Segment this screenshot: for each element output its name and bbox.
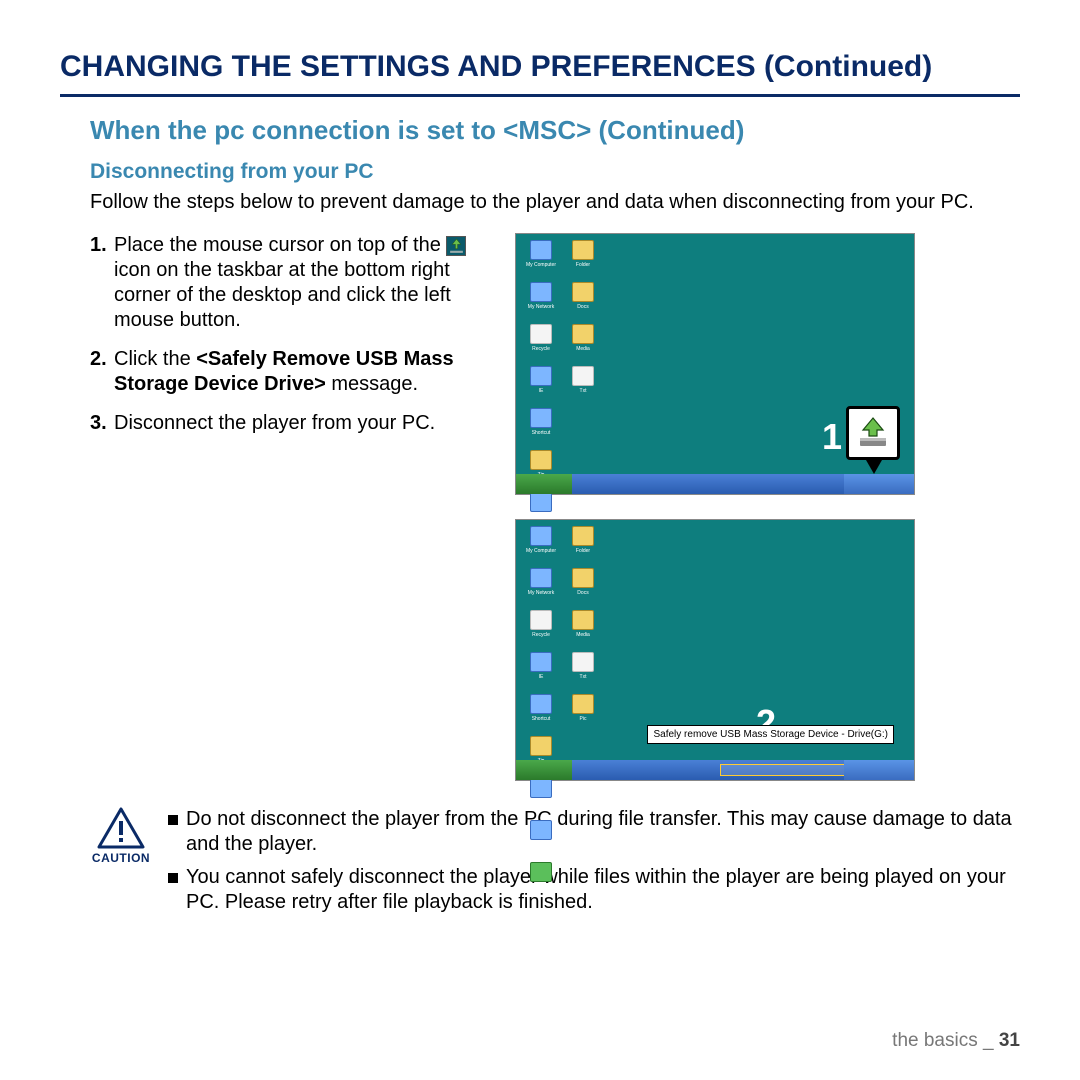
taskbar [516,760,914,780]
intro-text: Follow the steps below to prevent damage… [90,190,1020,215]
content-row: 1. Place the mouse cursor on top of the … [90,233,1020,781]
desktop-icons: My Computer Folder My Network Docs Recyc… [522,526,632,900]
step-number: 2. [90,347,114,397]
step-number: 1. [90,233,114,333]
callout-box-1 [846,406,900,460]
page-title: CHANGING THE SETTINGS AND PREFERENCES (C… [60,50,1020,97]
step-body: Place the mouse cursor on top of the ico… [114,233,495,333]
step-body: Click the <Safely Remove USB Mass Storag… [114,347,495,397]
step-2-text-b: message. [331,373,418,395]
callout-number-1: 1 [822,416,842,458]
bullet-icon [168,815,178,825]
page-number: 31 [999,1030,1020,1051]
step-1-text-b: icon on the taskbar at the bottom right … [114,259,451,331]
bullet-icon [168,873,178,883]
start-button [516,760,572,780]
step-1-text-a: Place the mouse cursor on top of the [114,234,446,256]
step-number: 3. [90,411,114,436]
page-subtitle: When the pc connection is set to <MSC> (… [90,115,1020,146]
safely-remove-hardware-icon [856,416,890,450]
page-footer: the basics _ 31 [892,1030,1020,1052]
caution-icon: CAUTION [90,807,152,865]
screenshot-2: My Computer Folder My Network Docs Recyc… [515,519,915,781]
system-tray [844,760,914,780]
screenshots-column: My Computer Folder My Network Docs Recyc… [515,233,915,781]
screenshot-1: My Computer Folder My Network Docs Recyc… [515,233,915,495]
safely-remove-tooltip: Safely remove USB Mass Storage Device - … [647,725,894,744]
footer-section: the basics _ [892,1030,993,1051]
section-header: Disconnecting from your PC [90,160,1020,184]
step-3: 3. Disconnect the player from your PC. [90,411,495,436]
step-3-text: Disconnect the player from your PC. [114,411,495,436]
safely-remove-hardware-icon [446,236,466,256]
start-button [516,474,572,494]
system-tray [844,474,914,494]
caution-label: CAUTION [92,851,150,865]
step-2-text-a: Click the [114,348,196,370]
step-2: 2. Click the <Safely Remove USB Mass Sto… [90,347,495,397]
step-1: 1. Place the mouse cursor on top of the … [90,233,495,333]
taskbar [516,474,914,494]
manual-page: CHANGING THE SETTINGS AND PREFERENCES (C… [0,0,1080,1080]
steps-list: 1. Place the mouse cursor on top of the … [90,233,495,781]
